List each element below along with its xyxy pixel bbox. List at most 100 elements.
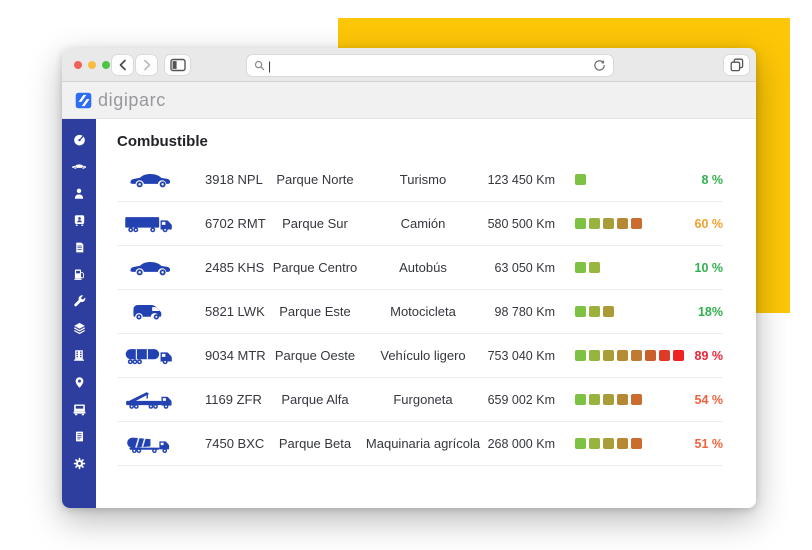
fuel-percentage: 54 % — [694, 392, 724, 407]
truck-front-icon — [73, 404, 85, 416]
browser-toolbar: | — [62, 48, 756, 82]
bus-driver-icon — [74, 215, 84, 226]
sidebar-panel-icon — [169, 58, 186, 72]
building-icon — [74, 350, 84, 361]
vehicle-type: Turismo — [399, 172, 447, 187]
fuel-level-squares — [555, 350, 693, 361]
zoom-window-button[interactable] — [102, 61, 110, 69]
fuel-percentage: 8 % — [701, 172, 723, 187]
kilometers: 580 500 Km — [487, 216, 555, 231]
semi-truck-icon — [117, 213, 183, 235]
fuel-table: 3918 NPL Parque Norte Turismo 123 450 Km… — [117, 158, 723, 466]
gear-icon — [73, 457, 85, 470]
page: | digiparc Combustible 3918 NPL Parque N… — [0, 0, 812, 550]
sidebar-item-transport[interactable] — [71, 213, 87, 228]
minimize-window-button[interactable] — [88, 61, 96, 69]
fuel-percentage: 18% — [697, 304, 723, 319]
sidebar-item-locations[interactable] — [71, 375, 87, 390]
sidebar-item-fleet[interactable] — [71, 402, 87, 417]
layers-icon — [73, 322, 85, 335]
kilometers: 753 040 Km — [487, 348, 555, 363]
van-icon — [117, 301, 183, 322]
park-name: Parque Alfa — [281, 392, 349, 407]
fuel-level-squares — [555, 218, 693, 229]
mixer-truck-icon — [117, 433, 183, 455]
car-icon — [72, 164, 87, 170]
vehicle-type: Vehículo ligero — [380, 348, 466, 363]
reload-icon[interactable] — [593, 59, 606, 72]
person-icon — [74, 188, 84, 199]
chevron-right-icon — [143, 59, 150, 71]
sidebar-item-invoices[interactable] — [71, 240, 87, 255]
sidebar-nav — [62, 119, 96, 508]
app-header: digiparc — [62, 82, 756, 119]
forward-button[interactable] — [136, 55, 157, 75]
kilometers: 63 050 Km — [494, 260, 555, 275]
sidebar-item-dashboard[interactable] — [71, 132, 87, 147]
plate-number: 1169 ZFR — [205, 392, 262, 407]
fuel-level-squares — [555, 174, 693, 185]
location-pin-icon — [75, 377, 83, 388]
park-name: Parque Este — [279, 304, 351, 319]
close-window-button[interactable] — [74, 61, 82, 69]
fuel-percentage: 89 % — [694, 348, 724, 363]
table-row[interactable]: 5821 LWK Parque Este Motocicleta 98 780 … — [117, 290, 723, 334]
vehicle-type: Camión — [400, 216, 446, 231]
park-name: Parque Beta — [278, 436, 352, 451]
kilometers: 659 002 Km — [487, 392, 555, 407]
sidebar-item-fuel[interactable] — [71, 267, 87, 282]
wrench-icon — [73, 295, 85, 307]
chevron-left-icon — [119, 59, 126, 71]
digiparc-logo-icon — [75, 92, 92, 108]
park-name: Parque Oeste — [274, 348, 356, 363]
plate-number: 2485 KHS — [205, 260, 265, 275]
fuel-level-squares — [555, 306, 693, 317]
table-row[interactable]: 1169 ZFR Parque Alfa Furgoneta 659 002 K… — [117, 378, 723, 422]
table-row[interactable]: 6702 RMT Parque Sur Camión 580 500 Km 60… — [117, 202, 723, 246]
tabs-icon — [730, 58, 743, 72]
report-icon — [75, 431, 83, 442]
fuel-pump-icon — [74, 269, 84, 280]
fuel-level-squares — [555, 438, 693, 449]
tab-overview-button[interactable] — [724, 55, 749, 75]
sidebar-item-reports[interactable] — [71, 429, 87, 444]
kilometers: 123 450 Km — [487, 172, 555, 187]
car-icon — [117, 170, 183, 190]
fuel-percentage: 51 % — [694, 436, 724, 451]
back-button[interactable] — [112, 55, 133, 75]
sidebar-item-vehicles[interactable] — [71, 159, 87, 174]
crane-truck-icon — [117, 389, 183, 411]
plate-number: 5821 LWK — [205, 304, 265, 319]
text-cursor: | — [268, 58, 272, 73]
page-title: Combustible — [117, 133, 208, 150]
kilometers: 98 780 Km — [494, 304, 555, 319]
plate-number: 6702 RMT — [205, 216, 266, 231]
sidebar-item-settings[interactable] — [71, 456, 87, 471]
sidebar-item-categories[interactable] — [71, 321, 87, 336]
fuel-percentage: 10 % — [694, 260, 724, 275]
sidebar-toggle-button[interactable] — [165, 55, 190, 75]
table-row[interactable]: 3918 NPL Parque Norte Turismo 123 450 Km… — [117, 158, 723, 202]
park-name: Parque Centro — [272, 260, 358, 275]
dashboard-icon — [73, 134, 85, 146]
address-search-field[interactable]: | — [247, 55, 613, 76]
browser-window: | digiparc Combustible 3918 NPL Parque N… — [62, 48, 756, 508]
vehicle-type: Autobús — [399, 260, 447, 275]
app-logo-text: digiparc — [98, 89, 166, 110]
sidebar-item-company[interactable] — [71, 348, 87, 363]
table-row[interactable]: 2485 KHS Parque Centro Autobús 63 050 Km… — [117, 246, 723, 290]
vehicle-type: Furgoneta — [393, 392, 453, 407]
tanker-truck-icon — [117, 345, 183, 367]
fuel-percentage: 60 % — [694, 216, 724, 231]
table-row[interactable]: 9034 MTR Parque Oeste Vehículo ligero 75… — [117, 334, 723, 378]
search-icon — [254, 60, 265, 71]
main-content: Combustible 3918 NPL Parque Norte Turism… — [96, 119, 756, 508]
car-icon — [117, 258, 183, 278]
sidebar-item-maintenance[interactable] — [71, 294, 87, 309]
park-name: Parque Sur — [282, 216, 348, 231]
table-row[interactable]: 7450 BXC Parque Beta Maquinaria agrícola… — [117, 422, 723, 466]
sidebar-item-drivers[interactable] — [71, 186, 87, 201]
fuel-level-squares — [555, 262, 693, 273]
invoice-icon — [75, 242, 83, 253]
park-name: Parque Norte — [276, 172, 354, 187]
